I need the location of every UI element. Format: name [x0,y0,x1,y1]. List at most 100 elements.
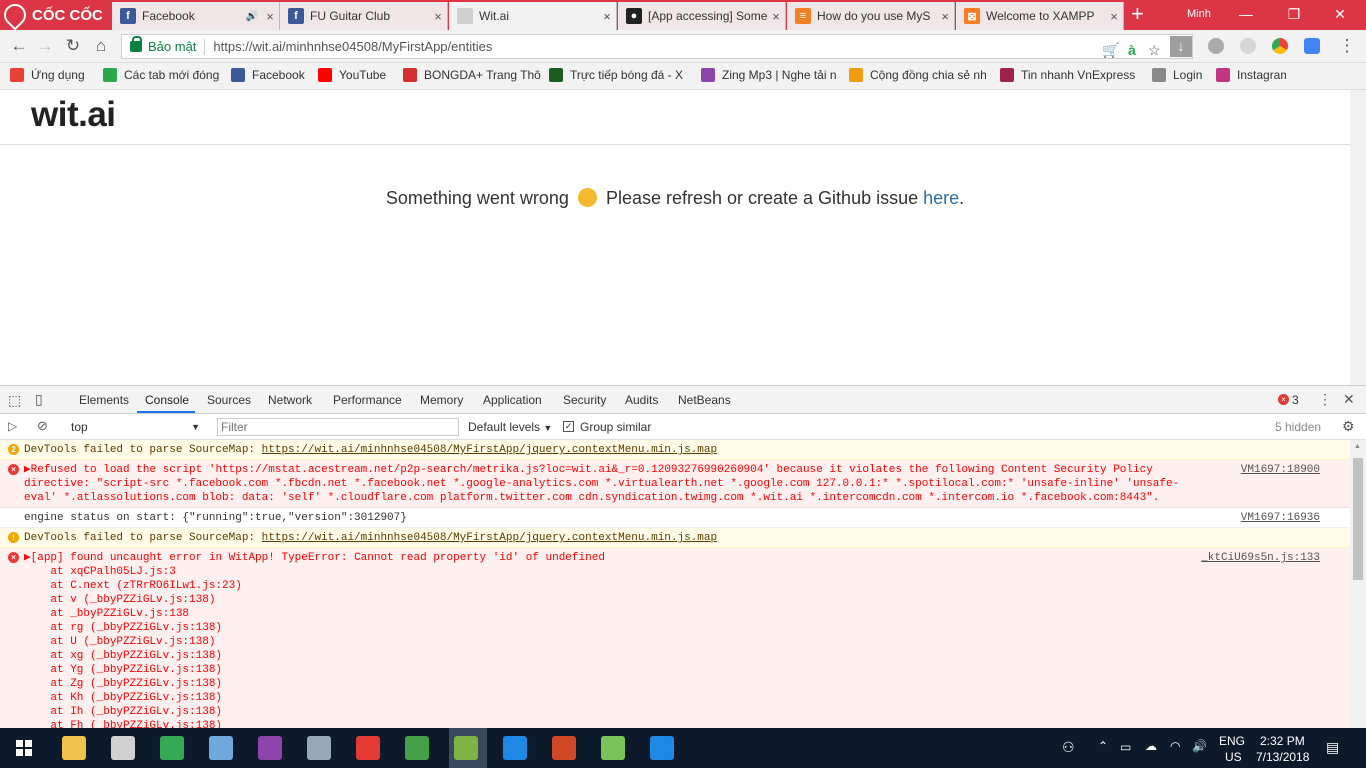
console-settings-gear-icon[interactable]: ⚙ [1342,418,1355,435]
region-indicator[interactable]: US [1225,750,1242,764]
devtools-menu-icon[interactable]: ⋮ [1318,391,1332,408]
windows-start-icon[interactable] [16,740,32,756]
page-scrollbar[interactable] [1350,90,1366,385]
console-filter-input[interactable] [217,418,459,436]
group-similar-checkbox[interactable]: ✓ [563,421,574,432]
people-icon[interactable]: ⚇ [1062,739,1075,756]
maximize-button[interactable]: ❐ [1284,6,1304,23]
context-select[interactable]: top ▼ [64,418,204,436]
edge-icon[interactable] [650,736,674,760]
hologram-icon[interactable] [405,736,429,760]
bookmark-star-icon[interactable]: ☆ [1148,42,1161,59]
sourcemap-link[interactable]: https://wit.ai/minhnhse04508/MyFirstApp/… [262,444,717,456]
extension-shield-icon[interactable] [1208,38,1224,54]
wifi-icon[interactable]: ◠ [1170,739,1180,753]
close-tab-icon[interactable]: × [429,9,447,24]
source-location-link[interactable]: VM1697:16936 [1241,511,1320,525]
levels-select[interactable]: Default levels ▼ [468,420,552,434]
console-message[interactable]: 2 DevTools failed to parse SourceMap: htt… [0,440,1350,460]
close-tab-icon[interactable]: × [936,9,954,24]
home-icon[interactable]: ⌂ [90,36,112,56]
console-message[interactable]: ! DevTools failed to parse SourceMap: htt… [0,528,1350,548]
bookmark-item[interactable]: BONGDA+ Trang Thô [403,68,541,82]
address-bar[interactable]: Bảo mật https://wit.ai/minhnhse04508/MyF… [121,34,1193,59]
clock-date[interactable]: 7/13/2018 [1256,750,1309,764]
error-count-icon[interactable]: × [1278,394,1289,405]
close-devtools-icon[interactable]: ✕ [1343,391,1355,408]
notifications-icon[interactable]: ▤ [1326,739,1339,756]
devtools-tab-network[interactable]: Network [268,393,312,407]
sidebar-toggle-icon[interactable]: ▷ [8,419,17,433]
clear-console-icon[interactable]: ⊘ [37,418,48,434]
browser-tab[interactable]: f Facebook 🔊 × [112,2,280,30]
close-tab-icon[interactable]: × [598,9,616,24]
onedrive-icon[interactable]: ☁ [1145,739,1157,753]
extension-leaf-icon[interactable] [1240,38,1256,54]
github-issue-link[interactable]: here [923,188,959,208]
bookmark-item[interactable]: Ứng dụng [10,68,96,82]
minimize-button[interactable]: — [1236,6,1256,22]
browser-tab[interactable]: ⊠ Welcome to XAMPP × [956,2,1124,30]
bookmark-item[interactable]: Facebook [231,68,311,82]
alienware-icon[interactable] [111,736,135,760]
source-location-link[interactable]: VM1697:18900 [1241,463,1320,477]
volume-icon[interactable]: 🔊 [1192,739,1207,753]
android-studio-icon[interactable] [601,736,625,760]
devtools-tab-performance[interactable]: Performance [333,393,402,407]
download-icon[interactable]: ↓ [1170,36,1192,57]
console-message[interactable]: × ▶[app] found uncaught error in WitApp! … [0,548,1350,729]
language-indicator[interactable]: ENG [1219,734,1245,748]
devtools-tab-security[interactable]: Security [563,393,606,407]
devtools-tab-console[interactable]: Console [145,393,189,407]
console-scrollbar[interactable]: ▲ [1350,440,1366,729]
sourcemap-link[interactable]: https://wit.ai/minhnhse04508/MyFirstApp/… [262,532,717,544]
file-explorer-icon[interactable] [62,736,86,760]
profile-name[interactable]: Minh [1187,8,1211,20]
devtools-tab-elements[interactable]: Elements [79,393,129,407]
close-window-button[interactable]: ✕ [1330,6,1350,23]
chrome-extension-icon[interactable] [1272,38,1288,54]
browser-tab[interactable]: f FU Guitar Club × [280,2,448,30]
steam-icon[interactable] [307,736,331,760]
url-text[interactable]: https://wit.ai/minhnhse04508/MyFirstApp/… [213,39,492,54]
bookmark-item[interactable]: Instagram [1216,68,1286,82]
browser-tab[interactable]: Wit.ai × [449,2,617,30]
devtools-tab-application[interactable]: Application [483,393,542,407]
forward-icon[interactable]: → [34,36,56,56]
close-tab-icon[interactable]: × [1105,9,1123,24]
3d-box-icon[interactable] [209,736,233,760]
browser-tab[interactable]: ● [App accessing] Some × [618,2,786,30]
close-tab-icon[interactable]: × [261,9,279,24]
coccoc-logo[interactable]: CỐC CỐC [0,0,112,31]
error-count[interactable]: 3 [1292,393,1299,407]
extension-translate-icon[interactable] [1304,38,1320,54]
console-message[interactable]: × ▶Refused to load the script 'https://ms… [0,460,1350,508]
coccoc-icon[interactable] [454,736,478,760]
gaming-icon[interactable] [356,736,380,760]
close-tab-icon[interactable]: × [767,9,785,24]
console-message[interactable]: engine status on start: {"running":true,… [0,508,1350,528]
show-hidden-icons-icon[interactable]: ⌃ [1098,739,1108,753]
chrome-icon[interactable] [160,736,184,760]
source-location-link[interactable]: _ktCiU69s5n.js:133 [1201,551,1320,565]
bookmark-item[interactable]: Các tab mới đóng [103,68,221,82]
bookmark-item[interactable]: Trực tiếp bóng đá - X [549,68,687,82]
bookmark-item[interactable]: YouTube [318,68,396,82]
visual-studio-icon[interactable] [258,736,282,760]
devtools-tab-audits[interactable]: Audits [625,393,658,407]
devtools-tab-sources[interactable]: Sources [207,393,251,407]
wit-logo[interactable]: wit.ai [31,95,116,135]
bookmark-item[interactable]: Cộng đồng chia sẻ nh [849,68,989,82]
bookmark-item[interactable]: Tin nhanh VnExpress [1000,68,1140,82]
clock-time[interactable]: 2:32 PM [1260,734,1305,748]
vietnamese-input-icon[interactable]: à [1128,42,1136,58]
devtools-tab-netbeans[interactable]: NetBeans [678,393,731,407]
shopping-cart-icon[interactable]: 🛒 [1102,42,1119,59]
inspect-element-icon[interactable]: ⬚ [8,392,21,409]
reload-icon[interactable]: ↻ [62,36,84,56]
battery-icon[interactable]: ▭ [1120,740,1131,754]
powerpoint-icon[interactable] [552,736,576,760]
audio-playing-icon[interactable]: 🔊 [243,11,261,22]
bookmark-item[interactable]: Zing Mp3 | Nghe tải n [701,68,841,82]
device-toolbar-icon[interactable]: ▯ [35,391,43,408]
